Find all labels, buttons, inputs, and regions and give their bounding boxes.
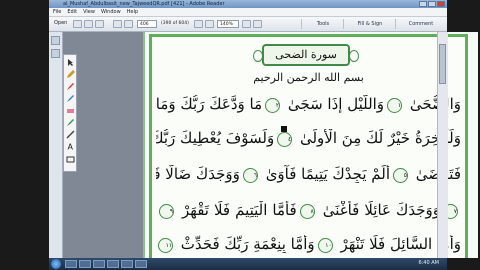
navigation-panel: [49, 32, 63, 258]
line-tool-icon[interactable]: [66, 130, 75, 139]
page-number-field[interactable]: 406: [137, 20, 157, 28]
taskbar-media-icon[interactable]: [93, 260, 105, 268]
save-icon[interactable]: [84, 20, 93, 28]
ayah-text: وَالضُّحَىٰ: [405, 95, 461, 113]
menu-edit[interactable]: Edit: [67, 9, 77, 15]
menu-file[interactable]: File: [53, 9, 61, 15]
next-page-icon[interactable]: [124, 20, 133, 28]
zoom-field[interactable]: 140%: [217, 20, 239, 28]
ayah-text: فَأَمَّا الْيَتِيمَ فَلَا تَقْهَرْ: [177, 201, 297, 219]
pointer-icon[interactable]: [66, 58, 75, 67]
ayah-line: ٧وَوَجَدَكَ عَائِلًا فَأَغْنَىٰ ٨فَأَمَّ…: [156, 201, 461, 219]
ayah-line: فَتَرْضَىٰ ٥أَلَمْ يَجِدْكَ يَتِيمًا فَآ…: [156, 165, 461, 183]
taskbar-app-icon[interactable]: [135, 260, 147, 268]
menu-help[interactable]: Help: [127, 9, 138, 15]
taskbar: 6:40 AM: [49, 258, 447, 270]
taskbar-clock: 6:40 AM: [418, 260, 439, 266]
taskbar-ie-icon[interactable]: [65, 260, 77, 268]
ayah-number-marker: ٩: [159, 203, 174, 219]
ayah-text: وَوَجَدَكَ عَائِلًا فَأَغْنَىٰ: [317, 201, 440, 219]
text-tool-icon[interactable]: A: [66, 142, 75, 152]
hand-tool-icon[interactable]: [205, 20, 214, 28]
marker-icon[interactable]: [66, 94, 75, 103]
fit-page-icon[interactable]: [242, 20, 251, 28]
surah-header: سورة الضحى: [253, 44, 359, 66]
print-icon[interactable]: [73, 20, 82, 28]
ayah-text: وَاللَّيْلِ إِذَا سَجَىٰ: [283, 95, 385, 113]
ayah-number-marker: ١١: [158, 237, 174, 253]
ayah-text: وَلَسَوْفَ يُعْطِيكَ رَبُّكَ: [156, 129, 275, 147]
fit-width-icon[interactable]: [253, 20, 262, 28]
ayah-line: وَأَمَّا السَّائِلَ فَلَا تَنْهَرْ ١٠وَأ…: [156, 235, 461, 253]
ayah-text: أَلَمْ يَجِدْكَ يَتِيمًا فَآوَىٰ: [260, 165, 391, 183]
reader-window: al_Mushaf_Abdulbasit_new_TajweedQR.pdf […: [49, 0, 478, 270]
page-range-label: (390 of 604): [161, 21, 189, 26]
open-button[interactable]: Open: [54, 20, 67, 26]
pdf-page: سورة الضحى بسم الله الرحمن الرحيم وَالضُ…: [143, 32, 478, 258]
basmala: بسم الله الرحمن الرحيم: [253, 71, 364, 84]
annotation-palette: A: [63, 54, 77, 172]
document-area: سورة الضحى بسم الله الرحمن الرحيم وَالضُ…: [62, 32, 478, 258]
ayah-line: وَالضُّحَىٰ ١وَاللَّيْلِ إِذَا سَجَىٰ ٢م…: [156, 95, 461, 113]
select-tool-icon[interactable]: [194, 20, 203, 28]
highlighter-icon[interactable]: [66, 82, 75, 91]
title-bar: al_Mushaf_Abdulbasit_new_TajweedQR.pdf […: [49, 0, 447, 8]
attachments-icon[interactable]: [51, 49, 60, 58]
mushaf-frame: سورة الضحى بسم الله الرحمن الرحيم وَالضُ…: [149, 34, 468, 258]
pen-icon[interactable]: [66, 118, 75, 127]
tab-tools[interactable]: Tools: [301, 19, 344, 29]
window-controls: [419, 1, 445, 7]
menu-view[interactable]: View: [83, 9, 95, 15]
ayah-text: وَأَمَّا بِنِعْمَةِ رَبِّكَ فَحَدِّثْ: [176, 235, 315, 253]
svg-text:A: A: [68, 143, 74, 152]
ayah-number-marker: ٦: [242, 167, 258, 183]
window-title: al_Mushaf_Abdulbasit_new_TajweedQR.pdf […: [63, 1, 225, 7]
tab-comment[interactable]: Comment: [395, 19, 446, 29]
menu-window[interactable]: Window: [101, 9, 121, 15]
taskbar-folder-icon[interactable]: [79, 260, 91, 268]
toolbar: Open 406 (390 of 604) 140% Tools Fill & …: [49, 17, 447, 32]
vertical-scrollbar[interactable]: [437, 32, 448, 258]
email-icon[interactable]: [95, 20, 104, 28]
taskbar-firefox-icon[interactable]: [107, 260, 119, 268]
minimize-button[interactable]: [419, 1, 427, 7]
menu-bar: File Edit View Window Help: [49, 8, 447, 17]
taskbar-reader-icon[interactable]: [121, 260, 133, 268]
ayah-number-marker: ١٠: [317, 237, 333, 253]
mouse-cursor: [281, 126, 287, 132]
prev-page-icon[interactable]: [113, 20, 122, 28]
ayah-text: مَا وَدَّعَكَ رَبُّكَ وَمَا قَلَىٰ: [156, 95, 263, 113]
pages-panel-icon[interactable]: [51, 36, 60, 45]
ayah-number-marker: ١: [387, 97, 403, 113]
ayah-number-marker: ٢: [265, 97, 281, 113]
ayah-number-marker: ٨: [299, 203, 315, 219]
ayah-line: وَلَلْآخِرَةُ خَيْرٌ لَكَ مِنَ الْأُولَى…: [156, 129, 461, 147]
ayah-number-marker: ٤: [277, 131, 293, 147]
ayah-text: وَوَجَدَكَ ضَالًّا فَهَدَىٰ: [156, 165, 240, 183]
scrollbar-thumb[interactable]: [439, 44, 446, 84]
screen-tool-icon[interactable]: [66, 155, 75, 164]
maximize-button[interactable]: [428, 1, 436, 7]
tab-fill-sign[interactable]: Fill & Sign: [343, 19, 396, 29]
ayah-text: فَتَرْضَىٰ: [411, 165, 461, 183]
close-button[interactable]: [437, 1, 445, 7]
surah-title: سورة الضحى: [275, 48, 337, 61]
ayah-number-marker: ٥: [393, 167, 409, 183]
eraser-icon[interactable]: [66, 106, 75, 115]
start-button[interactable]: [51, 259, 61, 269]
pencil-icon[interactable]: [66, 70, 75, 79]
